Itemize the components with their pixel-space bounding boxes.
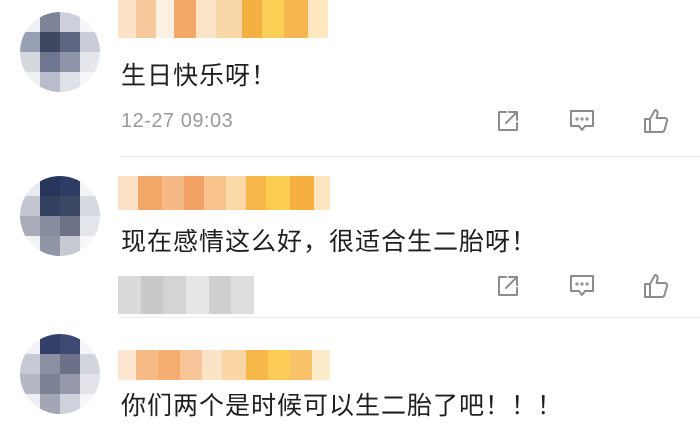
avatar[interactable]: [20, 334, 100, 414]
comment-icon: [570, 275, 594, 296]
comment-text: 现在感情这么好，很适合生二胎呀！: [121, 227, 538, 256]
comment-feed: 生日快乐呀！ 12-27 09:03 现在感情这么好，很适合生二胎呀！ 你们两个…: [0, 0, 700, 432]
thumbs-up-icon: [644, 274, 669, 298]
comment-icon: [570, 110, 594, 131]
reply-button[interactable]: [564, 268, 600, 304]
share-icon: [498, 276, 518, 296]
avatar[interactable]: [20, 12, 100, 92]
share-icon: [498, 111, 518, 131]
comment-item: 生日快乐呀！ 12-27 09:03: [0, 0, 700, 158]
avatar[interactable]: [20, 176, 100, 256]
like-button[interactable]: [638, 268, 674, 304]
share-button[interactable]: [490, 268, 526, 304]
share-button[interactable]: [490, 103, 526, 139]
username-obscured[interactable]: [118, 0, 328, 38]
comment-item: 现在感情这么好，很适合生二胎呀！: [0, 158, 700, 318]
username-obscured[interactable]: [118, 350, 330, 380]
comment-timestamp: 12-27 09:03: [121, 110, 234, 132]
comment-actions: [490, 268, 680, 304]
comment-actions: [490, 103, 680, 139]
comment-text: 生日快乐呀！: [121, 61, 278, 90]
divider: [120, 156, 700, 157]
thumbs-up-icon: [644, 109, 669, 133]
comment-text: 你们两个是时候可以生二胎了吧！！！: [121, 391, 564, 420]
like-button[interactable]: [638, 103, 674, 139]
timestamp-obscured: [118, 276, 255, 314]
comment-item: 你们两个是时候可以生二胎了吧！！！: [0, 318, 700, 432]
username-obscured[interactable]: [118, 176, 330, 210]
reply-button[interactable]: [564, 103, 600, 139]
